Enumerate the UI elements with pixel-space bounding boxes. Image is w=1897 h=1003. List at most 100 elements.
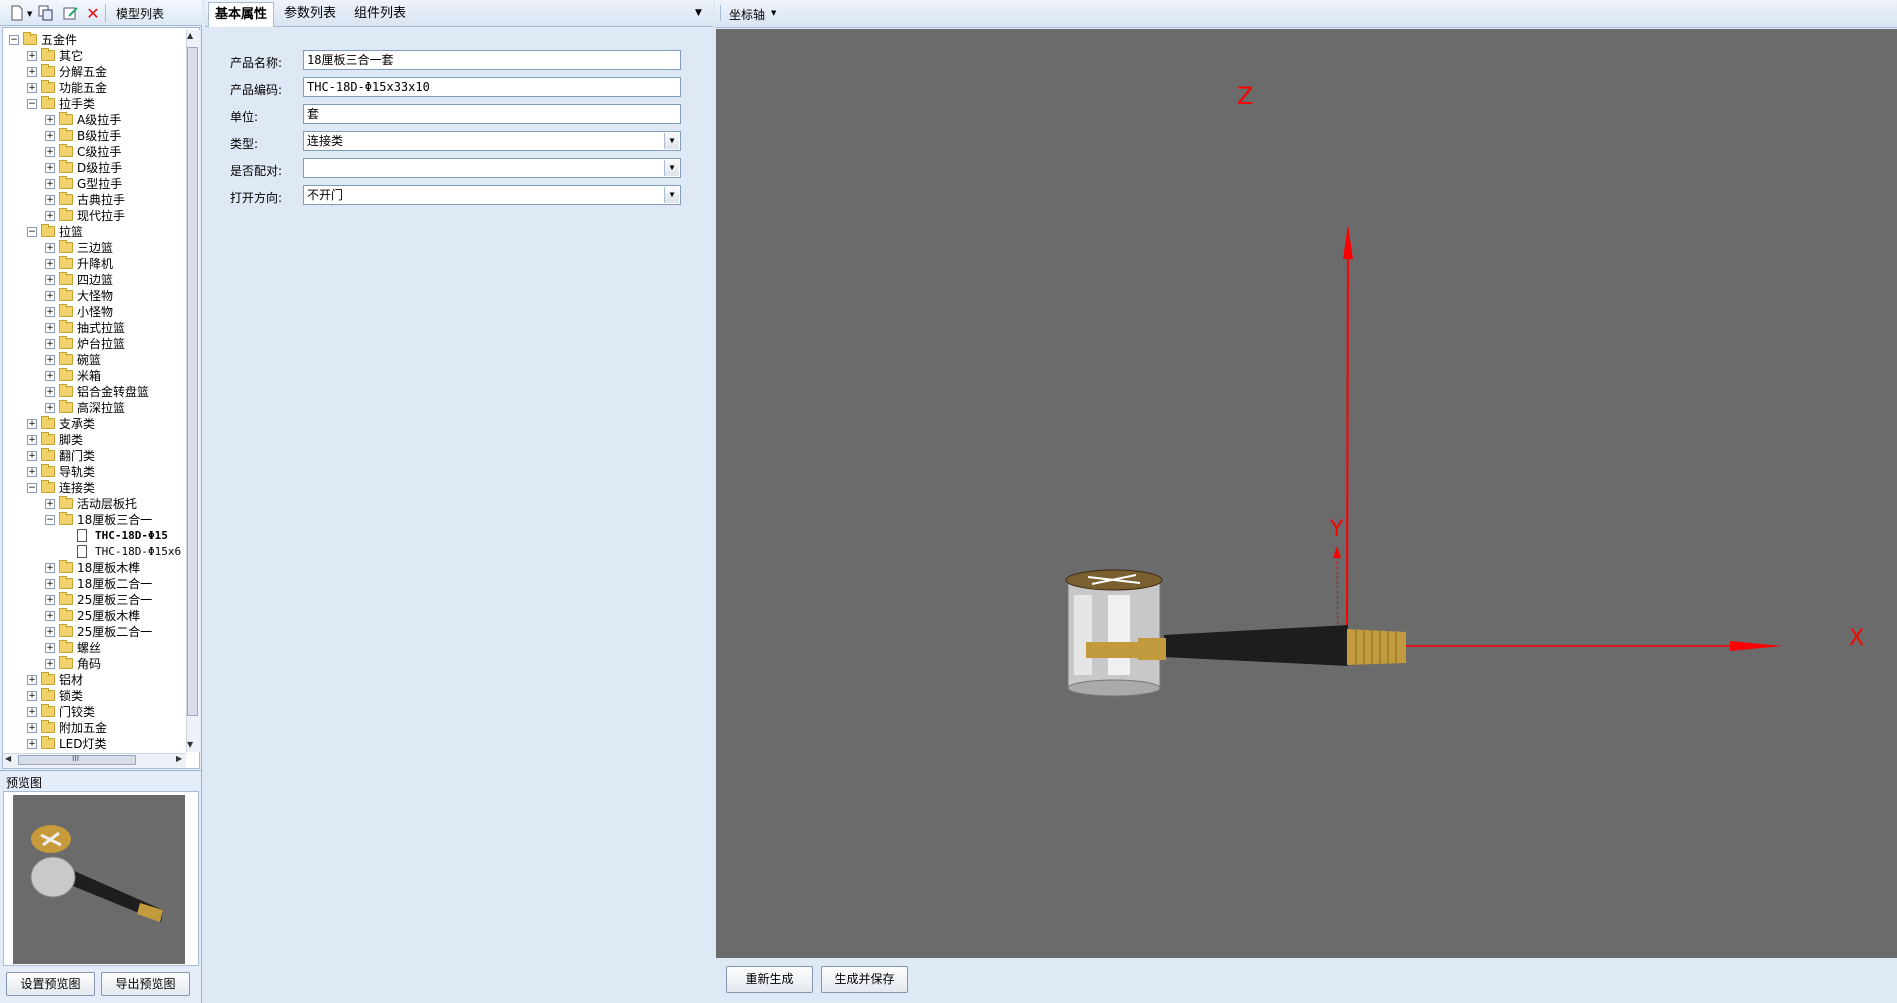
- unit-field[interactable]: 套: [303, 104, 681, 124]
- expand-icon[interactable]: +: [27, 435, 37, 445]
- generate-save-button[interactable]: 生成并保存: [821, 966, 908, 993]
- tree-node[interactable]: + 门铰类: [3, 704, 187, 720]
- tree-node[interactable]: + 附加五金: [3, 720, 187, 736]
- expand-icon[interactable]: +: [45, 131, 55, 141]
- expand-icon[interactable]: +: [45, 115, 55, 125]
- expand-icon[interactable]: +: [27, 675, 37, 685]
- expand-icon[interactable]: +: [45, 355, 55, 365]
- expand-icon[interactable]: +: [27, 723, 37, 733]
- tree-node[interactable]: + 四边篮: [3, 272, 187, 288]
- tree-node[interactable]: +18厘板木榫: [3, 560, 187, 576]
- expand-icon[interactable]: +: [45, 291, 55, 301]
- tab-basic-properties[interactable]: 基本属性: [208, 2, 275, 27]
- collapse-icon[interactable]: −: [27, 483, 37, 493]
- tree-node[interactable]: + 分解五金: [3, 64, 187, 80]
- expand-icon[interactable]: +: [27, 707, 37, 717]
- 3d-viewport[interactable]: Z Y X: [716, 29, 1897, 958]
- tree-node[interactable]: + C级拉手: [3, 144, 187, 160]
- export-preview-button[interactable]: 导出预览图: [101, 972, 190, 996]
- tree-node[interactable]: − 连接类: [3, 480, 187, 496]
- tree-node[interactable]: − 18厘板三合一: [3, 512, 187, 528]
- collapse-icon[interactable]: −: [9, 35, 19, 45]
- set-preview-button[interactable]: 设置预览图: [6, 972, 95, 996]
- expand-icon[interactable]: +: [45, 195, 55, 205]
- tree-node[interactable]: − 拉手类: [3, 96, 187, 112]
- tree-node[interactable]: + 大怪物: [3, 288, 187, 304]
- tree-node[interactable]: + 铝合金转盘篮: [3, 384, 187, 400]
- chevron-down-icon[interactable]: ▼: [27, 10, 32, 18]
- tree-node[interactable]: + 角码: [3, 656, 187, 672]
- expand-icon[interactable]: +: [45, 643, 55, 653]
- tree-node[interactable]: + 功能五金: [3, 80, 187, 96]
- expand-icon[interactable]: +: [27, 739, 37, 749]
- expand-icon[interactable]: +: [45, 627, 55, 637]
- expand-icon[interactable]: +: [45, 243, 55, 253]
- tree-node[interactable]: + 碗篮: [3, 352, 187, 368]
- tree-node[interactable]: − 五金件: [3, 32, 187, 48]
- expand-icon[interactable]: +: [45, 659, 55, 669]
- tree-node[interactable]: + 抽式拉篮: [3, 320, 187, 336]
- expand-icon[interactable]: +: [45, 259, 55, 269]
- chevron-down-icon[interactable]: ▼: [664, 133, 679, 149]
- expand-icon[interactable]: +: [27, 67, 37, 77]
- scroll-down-icon[interactable]: ▼: [187, 740, 193, 749]
- expand-icon[interactable]: +: [45, 563, 55, 573]
- axis-menu[interactable]: 坐标轴: [729, 6, 765, 23]
- tree-node[interactable]: + 其它: [3, 48, 187, 64]
- tree-node[interactable]: +18厘板二合一: [3, 576, 187, 592]
- expand-icon[interactable]: +: [27, 467, 37, 477]
- expand-icon[interactable]: +: [27, 83, 37, 93]
- collapse-icon[interactable]: −: [45, 515, 55, 525]
- delete-icon[interactable]: ✕: [84, 4, 102, 23]
- tree-node[interactable]: + B级拉手: [3, 128, 187, 144]
- tree-node[interactable]: + A级拉手: [3, 112, 187, 128]
- expand-icon[interactable]: +: [45, 147, 55, 157]
- tree-node[interactable]: THC-18D-Φ15x6: [3, 544, 187, 560]
- expand-icon[interactable]: +: [45, 163, 55, 173]
- model-tree[interactable]: − 五金件 + 其它 + 分解五金 + 功能五金 − 拉手类 + A级拉手 + B级拉手 + C级拉手 + D级拉…: [2, 27, 200, 769]
- expand-icon[interactable]: +: [45, 339, 55, 349]
- tab-component-list[interactable]: 组件列表: [348, 2, 412, 26]
- paired-select[interactable]: ▼: [303, 158, 681, 178]
- tree-node[interactable]: + LED灯类: [3, 736, 187, 752]
- expand-icon[interactable]: +: [45, 387, 55, 397]
- tree-node[interactable]: +25厘板木榫: [3, 608, 187, 624]
- tree-node[interactable]: − 拉篮: [3, 224, 187, 240]
- regenerate-button[interactable]: 重新生成: [726, 966, 813, 993]
- expand-icon[interactable]: +: [45, 275, 55, 285]
- expand-icon[interactable]: +: [45, 307, 55, 317]
- expand-icon[interactable]: +: [27, 451, 37, 461]
- scroll-right-icon[interactable]: ▶: [176, 754, 182, 763]
- tree-node[interactable]: + 炉台拉篮: [3, 336, 187, 352]
- tree-node[interactable]: THC-18D-Φ15: [3, 528, 187, 544]
- tree-node[interactable]: + 支承类: [3, 416, 187, 432]
- product-name-field[interactable]: 18厘板三合一套: [303, 50, 681, 70]
- scroll-up-icon[interactable]: ▲: [187, 31, 193, 40]
- tree-node[interactable]: + 锁类: [3, 688, 187, 704]
- product-code-field[interactable]: THC-18D-Φ15x33x10: [303, 77, 681, 97]
- tree-node[interactable]: + G型拉手: [3, 176, 187, 192]
- tree-node[interactable]: + 高深拉篮: [3, 400, 187, 416]
- expand-icon[interactable]: +: [27, 691, 37, 701]
- tree-node[interactable]: + 脚类: [3, 432, 187, 448]
- tree-node[interactable]: + 升降机: [3, 256, 187, 272]
- chevron-down-icon[interactable]: ▼: [664, 187, 679, 203]
- chevron-down-icon[interactable]: ▼: [664, 160, 679, 176]
- tree-node[interactable]: + 翻门类: [3, 448, 187, 464]
- collapse-icon[interactable]: −: [27, 227, 37, 237]
- expand-icon[interactable]: +: [45, 323, 55, 333]
- tree-node[interactable]: + 现代拉手: [3, 208, 187, 224]
- expand-icon[interactable]: +: [45, 179, 55, 189]
- expand-icon[interactable]: +: [45, 211, 55, 221]
- tree-node[interactable]: + 三边篮: [3, 240, 187, 256]
- tab-overflow-icon[interactable]: ▼: [695, 8, 702, 18]
- expand-icon[interactable]: +: [45, 611, 55, 621]
- tab-parameter-list[interactable]: 参数列表: [278, 2, 342, 26]
- expand-icon[interactable]: +: [45, 579, 55, 589]
- tree-node[interactable]: + 铝材: [3, 672, 187, 688]
- new-file-icon[interactable]: [8, 4, 26, 22]
- scroll-left-icon[interactable]: ◀: [5, 754, 11, 763]
- type-select[interactable]: 连接类 ▼: [303, 131, 681, 151]
- tree-node[interactable]: + 螺丝: [3, 640, 187, 656]
- open-direction-select[interactable]: 不开门 ▼: [303, 185, 681, 205]
